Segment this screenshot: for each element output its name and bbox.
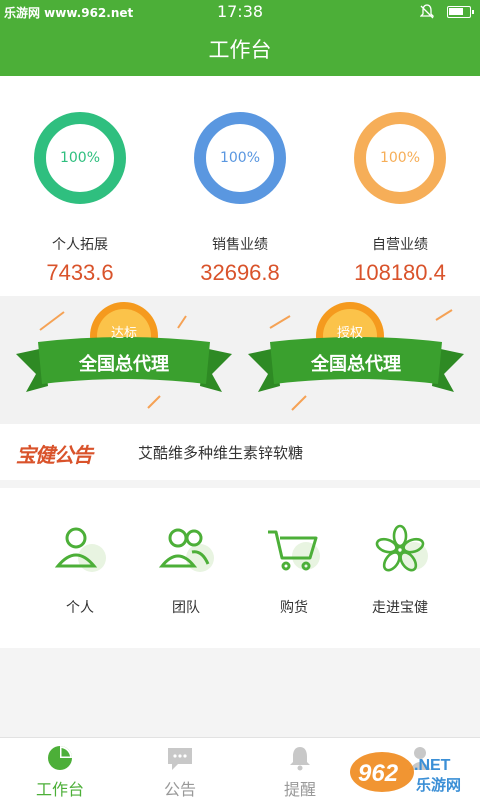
page-title: 工作台 bbox=[208, 38, 272, 62]
svg-text:乐游网: 乐游网 bbox=[416, 776, 461, 794]
status-bar: 乐游网 www.962.net 17:38 bbox=[0, 0, 480, 24]
pie-chart-icon bbox=[48, 746, 72, 770]
stat-value: 32696.8 bbox=[200, 260, 280, 285]
award-title: 全国总代理 bbox=[311, 354, 401, 375]
stat-value: 7433.6 bbox=[46, 260, 114, 285]
bell-muted-icon bbox=[419, 4, 435, 24]
stat-sales[interactable]: 100% 销售业绩 32696.8 bbox=[160, 76, 320, 296]
menu-label: 购货 bbox=[280, 600, 308, 616]
status-time: 17:38 bbox=[216, 2, 264, 21]
nav-bar: 工作台 bbox=[0, 24, 480, 76]
tab-workbench[interactable]: 工作台 bbox=[0, 738, 120, 800]
notice-text[interactable]: 艾酷维多种维生素锌软糖 bbox=[138, 442, 303, 463]
cart-icon bbox=[268, 530, 320, 571]
stat-value: 108180.4 bbox=[354, 260, 446, 285]
award-title: 全国总代理 bbox=[79, 354, 169, 375]
chat-icon bbox=[168, 748, 192, 770]
svg-text:.NET: .NET bbox=[414, 757, 451, 774]
menu-item-team[interactable]: 团队 bbox=[126, 488, 246, 648]
progress-ring: 100% bbox=[353, 111, 447, 205]
function-menu: 个人 团队 购货 走进宝健 bbox=[0, 488, 480, 648]
bell-icon bbox=[290, 747, 310, 771]
person-icon bbox=[54, 527, 106, 572]
stat-personal[interactable]: 100% 个人拓展 7433.6 bbox=[0, 76, 160, 296]
tab-label: 工作台 bbox=[35, 780, 84, 799]
menu-item-personal[interactable]: 个人 bbox=[20, 488, 140, 648]
award-badge-authorized: 授权 全国总代理 bbox=[240, 296, 480, 424]
battery-icon bbox=[447, 6, 474, 18]
menu-item-purchase[interactable]: 购货 bbox=[234, 488, 354, 648]
flower-icon bbox=[375, 524, 428, 572]
site-watermark-logo: 962 .NET 乐游网 bbox=[348, 748, 476, 796]
award-band: 达标 全国总代理 授权 全国总代理 bbox=[0, 296, 480, 424]
stat-label: 自营业绩 bbox=[372, 237, 428, 253]
progress-ring: 100% bbox=[33, 111, 127, 205]
menu-label: 团队 bbox=[172, 600, 200, 616]
stat-self-run[interactable]: 100% 自营业绩 108180.4 bbox=[320, 76, 480, 296]
menu-label: 走进宝健 bbox=[372, 600, 428, 616]
award-badge-qualified: 达标 全国总代理 bbox=[0, 296, 240, 424]
tab-label: 公告 bbox=[163, 780, 196, 799]
award-tag: 授权 bbox=[336, 326, 363, 341]
svg-text:962: 962 bbox=[358, 760, 399, 787]
tab-reminder[interactable]: 提醒 bbox=[240, 738, 360, 800]
notice-bar[interactable]: 宝健公告 艾酷维多种维生素锌软糖 bbox=[0, 424, 480, 480]
menu-label: 个人 bbox=[66, 600, 94, 616]
progress-percent: 100% bbox=[59, 150, 101, 166]
stat-label: 销售业绩 bbox=[212, 237, 268, 253]
team-icon bbox=[158, 528, 214, 572]
progress-percent: 100% bbox=[219, 150, 261, 166]
tab-announcement[interactable]: 公告 bbox=[120, 738, 240, 800]
stats-panel: 100% 个人拓展 7433.6 100% 销售业绩 32696.8 100% … bbox=[0, 76, 480, 296]
award-tag: 达标 bbox=[110, 326, 137, 341]
progress-ring: 100% bbox=[193, 111, 287, 205]
progress-percent: 100% bbox=[379, 150, 421, 166]
tab-label: 提醒 bbox=[283, 780, 316, 799]
menu-item-about[interactable]: 走进宝健 bbox=[340, 488, 460, 648]
notice-brand-logo: 宝健公告 bbox=[16, 443, 93, 467]
stat-label: 个人拓展 bbox=[52, 237, 108, 253]
